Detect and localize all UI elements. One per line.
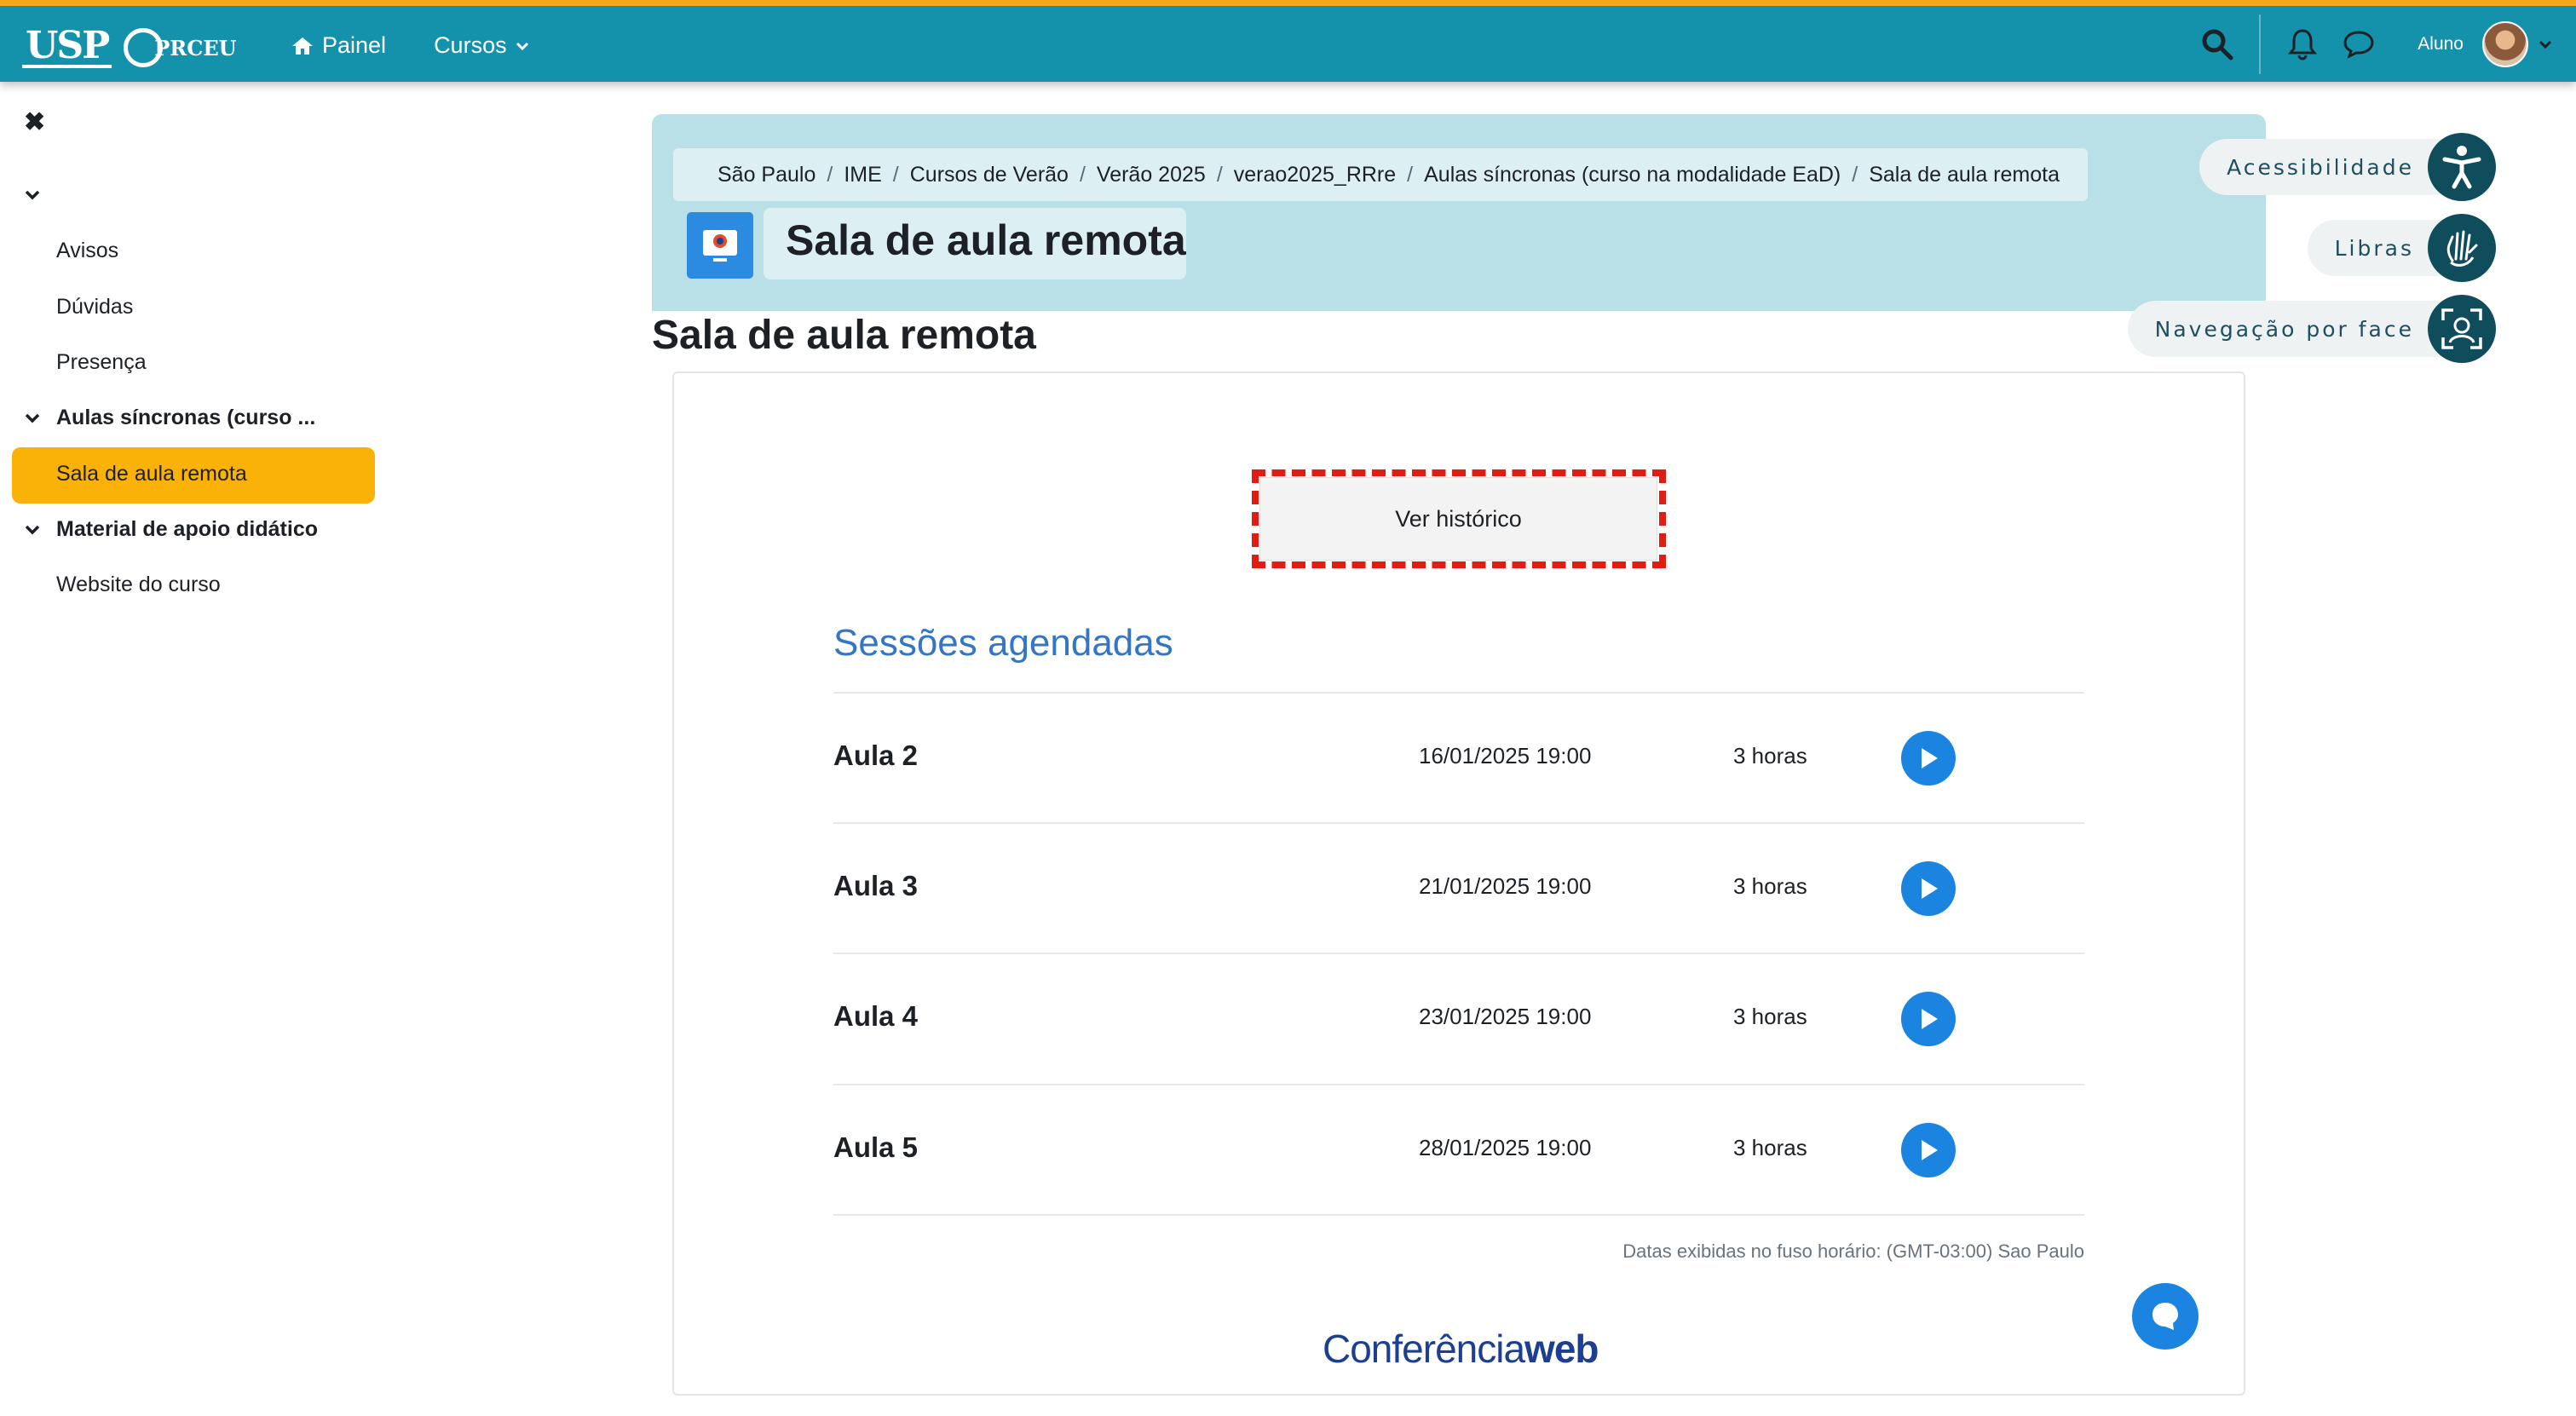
chat-bubble-icon bbox=[2343, 30, 2374, 59]
table-row: Aula 3 21/01/2025 19:00 3 horas bbox=[833, 822, 2084, 952]
sidebar-section-material-apoio[interactable]: Material de apoio didático bbox=[56, 517, 318, 542]
sidebar-section-aulas-sincronas[interactable]: Aulas síncronas (curso ... bbox=[56, 406, 315, 430]
bell-icon bbox=[2288, 28, 2318, 60]
chevron-down-icon[interactable] bbox=[24, 412, 41, 424]
search-icon bbox=[2202, 29, 2233, 60]
timezone-note: Datas exibidas no fuso horário: (GMT-03:… bbox=[1622, 1240, 2084, 1262]
session-duration: 3 horas bbox=[1733, 1135, 1807, 1160]
breadcrumb-item[interactable]: verao2025_RRre bbox=[1234, 163, 1396, 187]
header-title: Sala de aula remota bbox=[786, 216, 1186, 264]
home-icon bbox=[292, 37, 313, 55]
breadcrumb-item[interactable]: Verão 2025 bbox=[1097, 163, 1206, 187]
join-session-button[interactable] bbox=[1901, 992, 1956, 1046]
chat-support-button[interactable] bbox=[2132, 1283, 2199, 1350]
page-title: Sala de aula remota bbox=[652, 313, 1036, 358]
session-duration: 3 horas bbox=[1733, 1004, 1807, 1029]
sidebar-item-duvidas[interactable]: Dúvidas bbox=[56, 295, 133, 319]
nav-painel[interactable]: Painel bbox=[291, 32, 386, 59]
play-icon bbox=[1922, 1009, 1938, 1029]
ver-historico-button[interactable]: Ver histórico bbox=[1259, 477, 1657, 561]
prceu-logo: PRCEU bbox=[124, 28, 237, 67]
face-scan-icon bbox=[2441, 308, 2482, 349]
sidebar-item-avisos[interactable]: Avisos bbox=[56, 239, 118, 263]
libras-button[interactable] bbox=[2428, 214, 2496, 282]
chevron-down-icon[interactable] bbox=[24, 189, 41, 201]
join-session-button[interactable] bbox=[1901, 861, 1956, 916]
session-name: Aula 5 bbox=[833, 1131, 919, 1163]
search-button[interactable] bbox=[2201, 28, 2233, 60]
notifications-button[interactable] bbox=[2288, 28, 2318, 60]
accessibility-label: Acessibilidade bbox=[2227, 154, 2414, 180]
table-row: Aula 4 23/01/2025 19:00 3 horas bbox=[833, 953, 2084, 1082]
session-name: Aula 3 bbox=[833, 870, 919, 901]
breadcrumb-item[interactable]: IME bbox=[844, 163, 881, 187]
chevron-down-icon[interactable] bbox=[2539, 40, 2552, 49]
chevron-down-icon[interactable] bbox=[24, 524, 41, 536]
session-duration: 3 horas bbox=[1733, 743, 1807, 768]
table-row: Aula 2 16/01/2025 19:00 3 horas bbox=[833, 692, 2084, 821]
prceu-logo-text: PRCEU bbox=[154, 35, 237, 60]
sign-language-hand-icon bbox=[2446, 230, 2478, 267]
site-logo[interactable]: USP PRCEU bbox=[22, 23, 237, 72]
close-drawer-button[interactable]: ✖ bbox=[24, 107, 45, 137]
play-icon bbox=[1922, 748, 1938, 768]
topbar-actions: Aluno bbox=[2201, 6, 2576, 82]
user-name[interactable]: Aluno bbox=[2418, 34, 2464, 55]
webconference-icon bbox=[703, 230, 737, 262]
session-date: 16/01/2025 19:00 bbox=[1419, 743, 1592, 768]
nav-painel-label: Painel bbox=[322, 32, 387, 58]
session-date: 21/01/2025 19:00 bbox=[1419, 873, 1592, 899]
session-duration: 3 horas bbox=[1733, 873, 1807, 899]
play-icon bbox=[1922, 1140, 1938, 1160]
session-date: 28/01/2025 19:00 bbox=[1419, 1135, 1592, 1160]
session-name: Aula 4 bbox=[833, 1000, 919, 1032]
join-session-button[interactable] bbox=[1901, 731, 1956, 786]
sessions-heading: Sessões agendadas bbox=[833, 622, 1173, 664]
accessibility-icon bbox=[2442, 146, 2481, 189]
breadcrumb-item-current: Sala de aula remota bbox=[1869, 162, 2060, 187]
table-row: Aula 5 28/01/2025 19:00 3 horas bbox=[833, 1084, 2084, 1213]
face-navigation-label: Navegação por face bbox=[2154, 316, 2414, 342]
main-nav: Painel Cursos bbox=[291, 32, 529, 59]
nav-cursos[interactable]: Cursos bbox=[434, 32, 529, 59]
breadcrumb-item[interactable]: Cursos de Verão bbox=[910, 163, 1069, 187]
face-navigation-button[interactable] bbox=[2428, 295, 2496, 363]
messages-button[interactable] bbox=[2343, 30, 2375, 59]
divider bbox=[833, 1214, 2084, 1216]
breadcrumb-item[interactable]: São Paulo bbox=[717, 163, 815, 187]
session-name: Aula 2 bbox=[833, 740, 919, 771]
close-icon: ✖ bbox=[24, 108, 46, 136]
play-icon bbox=[1922, 878, 1938, 899]
chat-bubble-icon bbox=[2152, 1303, 2178, 1330]
conferenciaweb-logo: Conferênciaweb bbox=[1323, 1326, 1599, 1372]
nav-cursos-label: Cursos bbox=[434, 32, 507, 58]
brand-text-part2: web bbox=[1524, 1327, 1599, 1371]
activity-icon bbox=[687, 212, 753, 279]
avatar[interactable] bbox=[2482, 20, 2528, 67]
brand-text-part1: Conferência bbox=[1323, 1327, 1525, 1371]
sidebar-item-presenca[interactable]: Presença bbox=[56, 350, 147, 375]
usp-logo-text: USP bbox=[22, 27, 112, 68]
session-date: 23/01/2025 19:00 bbox=[1419, 1004, 1592, 1029]
libras-label: Libras bbox=[2334, 235, 2414, 261]
join-session-button[interactable] bbox=[1901, 1123, 1956, 1177]
breadcrumb: São Paulo / IME / Cursos de Verão / Verão 2… bbox=[673, 148, 2088, 201]
sidebar-item-sala-de-aula-remota[interactable]: Sala de aula remota bbox=[56, 462, 247, 486]
breadcrumb-item[interactable]: Aulas síncronas (curso na modalidade EaD… bbox=[1424, 163, 1841, 187]
accessibility-button[interactable] bbox=[2428, 133, 2496, 201]
course-index-drawer: ✖ Avisos Dúvidas Presença Aulas síncrona… bbox=[0, 82, 389, 1416]
topbar-divider bbox=[2259, 14, 2262, 74]
chevron-down-icon bbox=[516, 42, 528, 50]
sidebar-item-website-curso[interactable]: Website do curso bbox=[56, 573, 221, 597]
top-navbar: USP PRCEU Painel Cursos Aluno bbox=[0, 0, 2576, 82]
